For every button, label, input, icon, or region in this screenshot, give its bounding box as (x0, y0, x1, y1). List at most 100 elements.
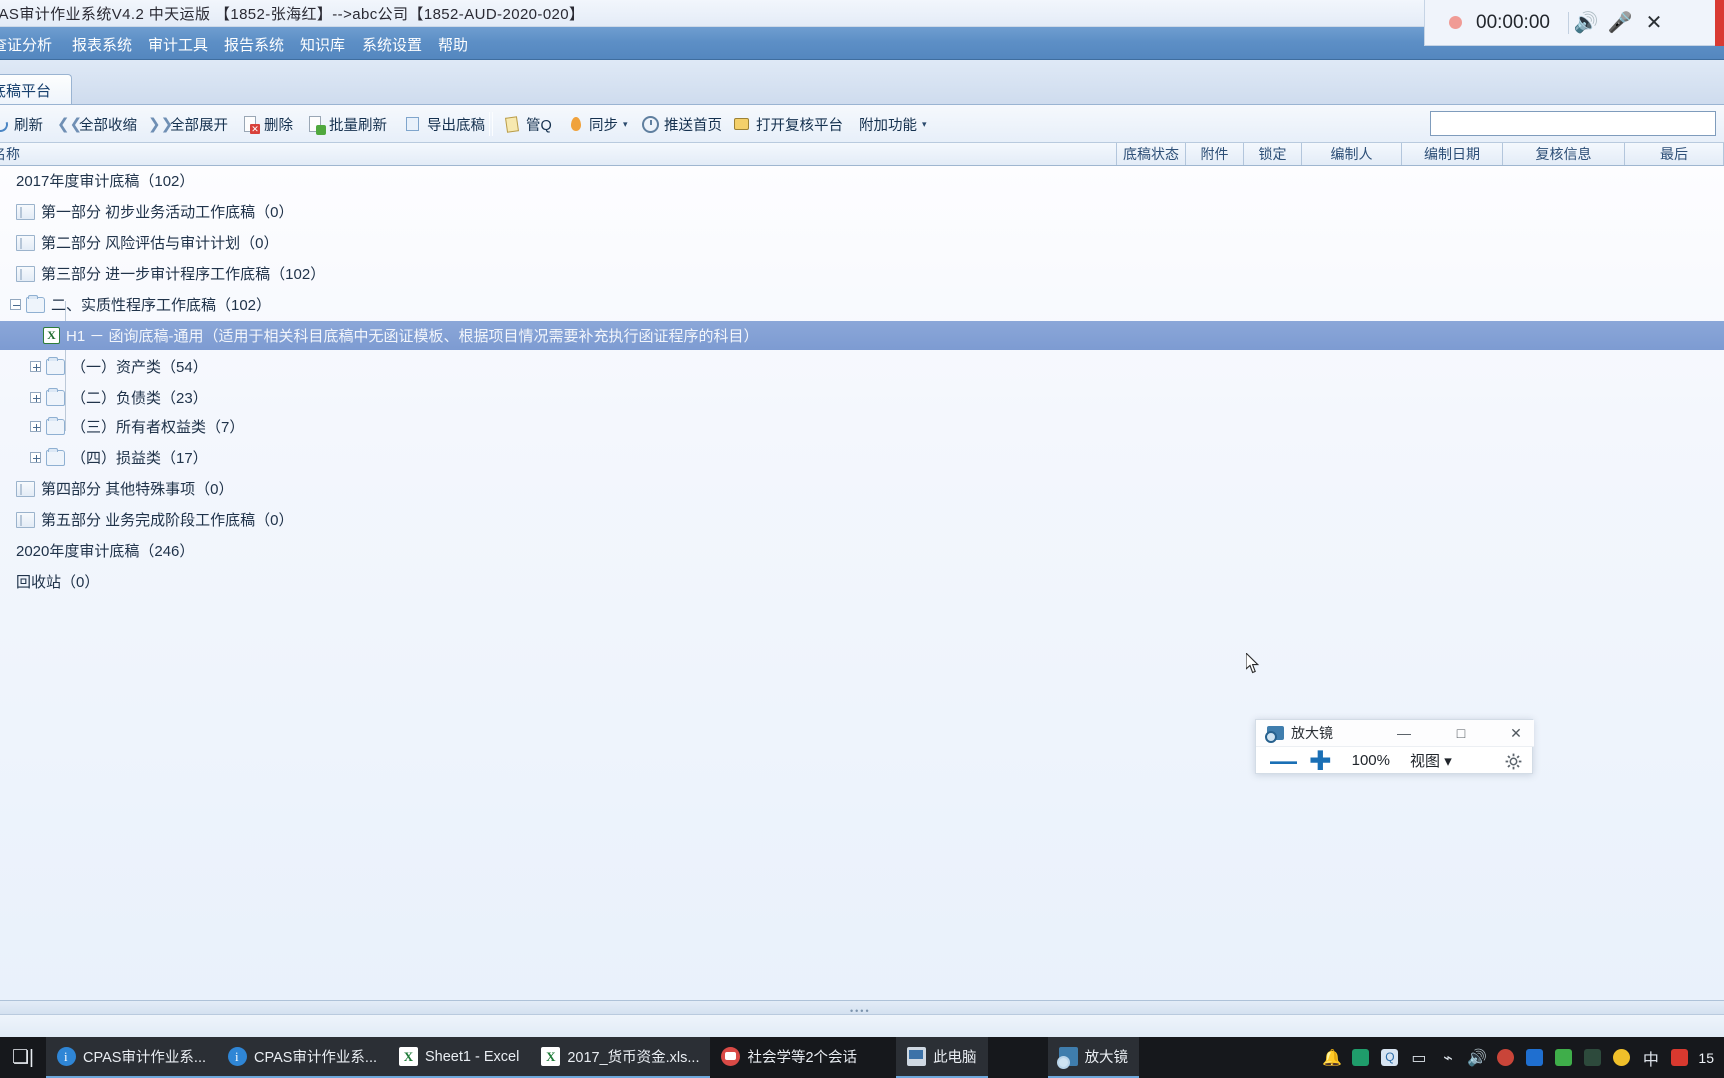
tree-row-liabilities[interactable]: （二）负债类（23） (0, 383, 1724, 412)
taskbar-item-this-pc[interactable]: 此电脑 (896, 1037, 988, 1078)
toolbar-collapse-all-button[interactable]: ❮❮ 全部收缩 (55, 109, 139, 139)
taskbar-item-excel-huobi[interactable]: X 2017_货币资金.xls... (530, 1037, 711, 1078)
toolbar-separator-2 (492, 112, 493, 136)
red-s-icon[interactable] (1665, 1037, 1694, 1078)
bluetooth-icon[interactable] (1520, 1037, 1549, 1078)
shield-icon[interactable] (1346, 1037, 1375, 1078)
tree-row-part3[interactable]: 第三部分 进一步审计程序工作底稿（102） (0, 259, 1724, 288)
yellow-app-icon[interactable] (1607, 1037, 1636, 1078)
tree-row-equity[interactable]: （三）所有者权益类（7） (0, 412, 1724, 441)
toolbar-refresh-button[interactable]: 刷新 (0, 109, 45, 139)
dark-app-icon[interactable] (1578, 1037, 1607, 1078)
tree-row-2020[interactable]: 2020年度审计底稿（246） (0, 536, 1724, 565)
toolbar-delete-button[interactable]: ✕ 删除 (240, 109, 295, 139)
magnifier-window[interactable]: 放大镜 — □ ✕ — ✚ 100% 视图 ▾ (1255, 719, 1534, 774)
menu-item-baobiao[interactable]: 报表系统 (72, 34, 132, 55)
column-header-status[interactable]: 底稿状态 (1117, 143, 1186, 165)
battery-icon[interactable]: ▭ (1404, 1037, 1433, 1078)
document-tabstrip: 底稿平台 (0, 60, 1724, 105)
taskbar-clock[interactable]: 15 (1694, 1050, 1718, 1066)
tree-row-part4[interactable]: 第四部分 其他特殊事项（0） (0, 474, 1724, 503)
toolbar-extra-functions-button[interactable]: 附加功能 ▾ (857, 109, 929, 139)
tree-toggle-plus-icon[interactable] (30, 361, 41, 372)
tree-toggle-plus-icon[interactable] (30, 392, 41, 403)
speaker-icon[interactable]: 🔊 (1569, 10, 1603, 35)
column-header-prepare-date[interactable]: 编制日期 (1402, 143, 1503, 165)
tree-toggle-minus-icon[interactable] (10, 299, 21, 310)
taskbar-item-cpas-2[interactable]: CPAS审计作业系... (217, 1037, 388, 1078)
toolbar-guanq-button[interactable]: 管Q (502, 109, 554, 139)
green-s-icon[interactable] (1549, 1037, 1578, 1078)
zoom-in-button[interactable]: ✚ (1309, 747, 1332, 774)
taskbar-item-magnifier[interactable]: 放大镜 (1047, 1037, 1140, 1078)
toolbar-open-review-platform-button[interactable]: 打开复核平台 (732, 109, 845, 139)
worksheet-tree[interactable]: 2017年度审计底稿（102） 第一部分 初步业务活动工作底稿（0） 第二部分 … (0, 166, 1724, 1000)
taskbar-item-excel-sheet1[interactable]: X Sheet1 - Excel (388, 1037, 531, 1078)
toolbar-push-home-button[interactable]: 推送首页 (640, 109, 724, 139)
column-header-preparer[interactable]: 编制人 (1302, 143, 1402, 165)
menu-item-chazheng[interactable]: 查证分析 (0, 34, 52, 55)
magnifier-maximize-button[interactable]: □ (1443, 720, 1479, 746)
column-header-last[interactable]: 最后 (1625, 143, 1724, 165)
tree-row-h1-selected[interactable]: X H1 － 函询底稿-通用（适用于相关科目底稿中无函证模板、根据项目情况需要补… (0, 321, 1724, 350)
panel-splitter[interactable]: •••• (0, 1000, 1724, 1016)
magnifier-titlebar[interactable]: 放大镜 — □ ✕ (1256, 720, 1534, 746)
toolbar-export-button[interactable]: 导出底稿 (403, 109, 487, 139)
red-app-icon[interactable] (1491, 1037, 1520, 1078)
tab-digao-pingtai[interactable]: 底稿平台 (0, 74, 72, 104)
menu-item-xitong[interactable]: 系统设置 (362, 34, 422, 55)
zoom-out-button[interactable]: — (1270, 747, 1297, 774)
search-app-icon[interactable]: Q (1375, 1037, 1404, 1078)
search-input[interactable] (1430, 111, 1716, 136)
cpas-app-icon (57, 1047, 76, 1066)
chevron-down-icon: ▾ (623, 118, 628, 129)
column-header-attachment[interactable]: 附件 (1186, 143, 1244, 165)
taskbar-item-chat[interactable]: 社会学等2个会话 (710, 1037, 868, 1078)
column-header-name[interactable]: 名称 (0, 143, 1117, 165)
menu-item-shenji[interactable]: 审计工具 (148, 34, 208, 55)
taskbar-item-label: 社会学等2个会话 (747, 1050, 858, 1066)
tree-row-part5[interactable]: 第五部分 业务完成阶段工作底稿（0） (0, 505, 1724, 534)
wifi-icon[interactable]: ⌁ (1433, 1037, 1462, 1078)
menu-item-baogao[interactable]: 报告系统 (224, 34, 284, 55)
tree-row-2017[interactable]: 2017年度审计底稿（102） (0, 166, 1724, 195)
ime-chinese-icon[interactable]: 中 (1636, 1037, 1665, 1078)
folder-icon (46, 416, 65, 435)
magnifier-minimize-button[interactable]: — (1386, 720, 1422, 746)
taskbar-item-cpas-1[interactable]: CPAS审计作业系... (46, 1037, 217, 1078)
zoom-level-label: 100% (1351, 752, 1390, 769)
microphone-icon[interactable]: 🎤 (1603, 10, 1637, 35)
tree-row-assets[interactable]: （一）资产类（54） (0, 352, 1724, 381)
tree-row-label: H1 － 函询底稿-通用（适用于相关科目底稿中无函证模板、根据项目情况需要补充执… (66, 328, 759, 345)
bell-icon[interactable]: 🔔 (1317, 1037, 1346, 1078)
tree-row-part2[interactable]: 第二部分 风险评估与审计计划（0） (0, 228, 1724, 257)
toolbar-expand-all-button[interactable]: ❯❯ 全部展开 (146, 109, 230, 139)
export-icon (405, 116, 422, 133)
close-icon[interactable]: ✕ (1637, 10, 1671, 35)
taskbar-item-label: Sheet1 - Excel (425, 1048, 520, 1065)
menu-item-bangzhu[interactable]: 帮助 (438, 34, 468, 55)
volume-icon[interactable]: 🔊 (1462, 1037, 1491, 1078)
chevron-down-icon-2: ▾ (922, 118, 927, 129)
tree-row-profit-loss[interactable]: （四）损益类（17） (0, 443, 1724, 472)
tree-row-substantive[interactable]: 二、实质性程序工作底稿（102） (0, 290, 1724, 319)
expand-all-icon: ❯❯ (148, 115, 174, 133)
column-header-review-info[interactable]: 复核信息 (1503, 143, 1625, 165)
screen-recorder-overlay: 00:00:00 🔊 🎤 ✕ (1424, 0, 1724, 46)
tree-row-part1[interactable]: 第一部分 初步业务活动工作底稿（0） (0, 197, 1724, 226)
gear-icon[interactable] (1505, 753, 1522, 770)
task-view-icon[interactable]: ❏| (0, 1046, 46, 1069)
tree-toggle-plus-icon[interactable] (30, 421, 41, 432)
taskbar-item-label: 放大镜 (1084, 1050, 1129, 1066)
column-header-lock[interactable]: 锁定 (1244, 143, 1302, 165)
grid-header-row: 名称 底稿状态 附件 锁定 编制人 编制日期 复核信息 最后 (0, 143, 1724, 166)
menu-item-zhishiku[interactable]: 知识库 (300, 34, 345, 55)
magnifier-close-button[interactable]: ✕ (1498, 720, 1534, 746)
tree-toggle-plus-icon[interactable] (30, 452, 41, 463)
toolbar-batch-refresh-button[interactable]: 批量刷新 (305, 109, 389, 139)
tree-row-label: 第四部分 其他特殊事项（0） (41, 481, 234, 498)
toolbar-delete-label: 删除 (264, 117, 293, 134)
view-dropdown[interactable]: 视图 ▾ (1410, 750, 1452, 771)
toolbar-sync-button[interactable]: 同步 ▾ (565, 109, 630, 139)
tree-row-recyclebin[interactable]: 回收站（0） (0, 567, 1724, 596)
